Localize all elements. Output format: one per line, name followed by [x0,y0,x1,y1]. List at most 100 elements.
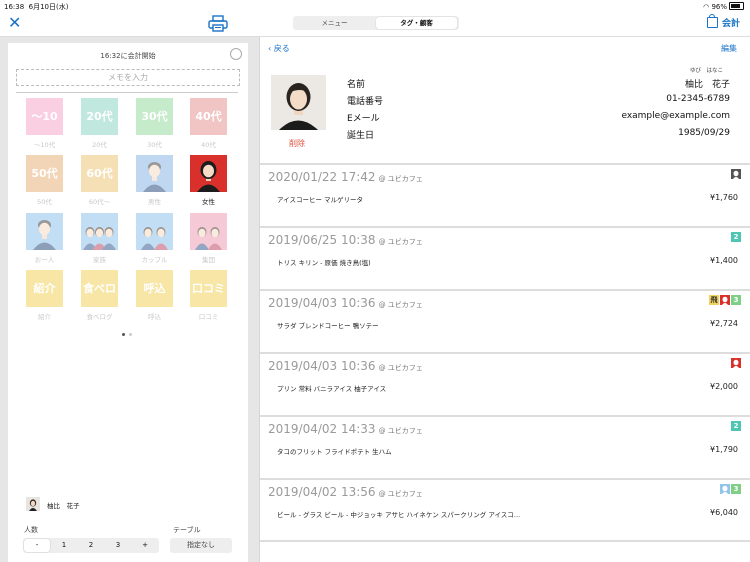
selected-customer[interactable]: 柚比 花子 [26,497,166,511]
visit-items: トリス キリン - 原価 焼き鳥(塩) [277,259,371,267]
name-ruby: ゆび はなこ [690,68,724,74]
tile-label: 食べロ [81,270,118,307]
tag-tile-16[interactable]: 口コミ 口コミ [190,270,227,321]
visit-badges: 2 [730,232,741,243]
tile-caption: 集団 [202,256,215,264]
back-button[interactable]: ‹ 戻る [268,43,290,54]
tile-label: 呼込 [136,270,173,307]
tag-tile-family[interactable]: 家族 [81,213,118,264]
visit-badge: 3 [731,484,741,494]
divider [260,478,750,480]
tag-tile-6[interactable]: 60代 60代〜 [81,155,118,206]
tile-label: 30代 [136,98,173,135]
tile-caption: 20代 [92,141,107,149]
tag-tile-couple[interactable]: カップル [136,213,173,264]
battery-icon [729,2,744,10]
visit-badge: 2 [731,421,741,431]
visit-badges [730,169,741,180]
visit-items: プリン 常料 バニラアイス 柚子アイス [277,385,387,393]
history-entry[interactable]: 2019/04/03 10:36 @ ユビカフェ プリン 常料 バニラアイス 柚子ア… [260,352,750,415]
tile-caption: カップル [141,256,168,264]
tile-label: 〜10代 [26,98,63,160]
top-bar: ✕ メニュー タグ・顧客 会計 [0,12,750,37]
close-icon[interactable]: ✕ [8,14,21,32]
checkout-start-time: 16:32に会計開始 [100,52,156,60]
people-minus-button[interactable]: - [24,539,50,552]
visit-badges [730,358,741,369]
tile-caption: 50代 [37,198,52,206]
customer-name: 柚比 花子 [47,502,80,510]
tile-label: 60代 [81,155,118,192]
visit-badge: 飛 [709,295,719,305]
memo-input[interactable]: メモを入力 [16,69,240,86]
tag-tile-14[interactable]: 食べロ 食べログ [81,270,118,321]
visit-shop: @ ユビカフェ [378,427,423,435]
visit-datetime: 2019/04/02 13:56 @ ユビカフェ [268,485,423,499]
visit-items: ビール - グラス ビール - 中ジョッキ アサヒ ハイネケン スパークリング … [277,511,521,519]
people-stepper: - 1 2 3 + [23,538,159,553]
tag-tile-4[interactable]: 40代 40代 [190,98,227,149]
customer-photo[interactable] [271,75,326,130]
tile-caption: 紹介 [38,313,51,321]
back-label: 戻る [273,44,290,53]
tag-tile-2[interactable]: 20代 20代 [81,98,118,149]
visit-badge: 3 [731,295,741,305]
people-plus-button[interactable]: + [132,539,158,552]
wifi-icon: ◠ [703,3,710,11]
status-bar: 16:38 6月10日(水) ◠ 96% [0,0,750,12]
visit-items: タコのフリット フライドポテト 生ハム [277,448,392,456]
printer-icon[interactable] [208,15,228,32]
visit-badges: 飛3 [708,295,741,306]
divider [260,352,750,354]
table-select-button[interactable]: 指定なし [170,538,232,553]
mode-segmented-control: メニュー タグ・顧客 [293,16,459,30]
visit-shop: @ ユビカフェ [378,301,423,309]
tile-caption: 家族 [93,256,106,264]
history-entry[interactable]: 2019/04/03 10:36 @ ユビカフェ飛 3 サラダ ブレンドコーヒー 鴨ソ… [260,289,750,352]
visit-items: アイスコーヒー マルゲリータ [277,196,364,204]
tile-caption: 食べログ [86,313,113,321]
tag-tile-15[interactable]: 呼込 呼込 [136,270,173,321]
tag-tile-woman[interactable]: 女性 [190,155,227,206]
checkout-button[interactable]: 会計 [706,14,740,29]
history-entry[interactable]: 2019/04/02 14:33 @ ユビカフェ 2 タコのフリット フライドポテト … [260,415,750,478]
divider [260,289,750,291]
woman-icon [731,358,741,368]
tile-caption: 女性 [202,198,215,206]
field-label-email: Eメール [347,114,380,124]
tab-tag-customer[interactable]: タグ・顧客 [376,17,457,29]
tab-menu[interactable]: メニュー [294,17,375,29]
visit-datetime: 2019/04/02 14:33 @ ユビカフェ [268,422,423,436]
shopping-bag-icon [706,14,718,28]
tag-tile-5[interactable]: 50代 50代 [26,155,63,206]
field-value-name: 柚比 花子 [684,80,730,90]
delete-photo-button[interactable]: 削除 [289,138,305,149]
tag-tile-group[interactable]: 集団 [190,213,227,264]
history-entry[interactable]: 2019/04/02 13:56 @ ユビカフェ 3 ビール - グラス ビール - … [260,478,750,541]
tile-label: 口コミ [190,270,227,307]
tag-tile-single-person[interactable]: お一人 [26,213,63,264]
visit-datetime: 2019/04/03 10:36 @ ユビカフェ [268,296,423,310]
divider [260,163,750,165]
divider [260,540,750,542]
tag-tile-13[interactable]: 紹介 紹介 [26,270,63,321]
field-value-phone: 01-2345-6789 [666,94,730,104]
visit-datetime: 2019/06/25 10:38 @ ユビカフェ [268,233,423,247]
people-option-3[interactable]: 3 [105,539,131,552]
tile-caption: 呼込 [148,313,161,321]
tag-tile-1[interactable]: 〜10代 〜10代 [26,98,63,160]
people-option-2[interactable]: 2 [78,539,104,552]
circle-toggle[interactable] [230,48,242,60]
visit-shop: @ ユビカフェ [378,490,423,498]
people-option-1[interactable]: 1 [51,539,77,552]
history-entry[interactable]: 2019/06/25 10:38 @ ユビカフェ 2 トリス キリン - 原価 焼き鳥… [260,226,750,289]
page-dot-active [122,333,125,336]
visit-shop: @ ユビカフェ [378,238,423,246]
tag-tile-man[interactable]: 男性 [136,155,173,206]
visit-price: ¥6,040 [710,508,738,517]
tag-tile-3[interactable]: 30代 30代 [136,98,173,149]
history-entry[interactable]: 2020/01/22 17:42 @ ユビカフェ アイスコーヒー マルゲリータ ¥1,… [260,163,750,226]
divider [260,226,750,228]
edit-button[interactable]: 編集 [721,43,737,54]
tile-label: 20代 [81,98,118,135]
